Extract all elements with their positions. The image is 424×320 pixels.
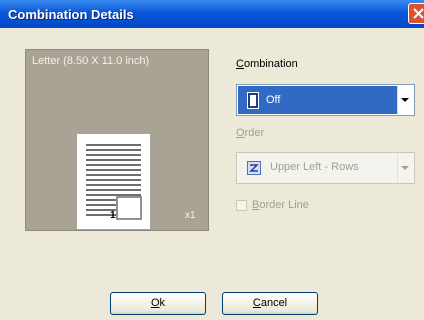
cancel-mnemonic: C bbox=[252, 297, 261, 309]
order-dropdown-button[interactable] bbox=[397, 154, 413, 182]
order-dropdown[interactable]: Upper Left - Rows bbox=[236, 152, 415, 184]
border-line-label: Border Line bbox=[252, 199, 309, 211]
close-button[interactable] bbox=[408, 3, 424, 24]
close-icon bbox=[413, 8, 424, 19]
combination-mnemonic: C bbox=[236, 58, 244, 70]
page-thumbnail: 1 bbox=[77, 134, 150, 229]
combination-value: Off bbox=[266, 94, 281, 106]
order-label: Order bbox=[236, 127, 264, 139]
z-order-icon bbox=[247, 161, 261, 175]
cancel-label: ancel bbox=[260, 297, 288, 309]
order-mnemonic: O bbox=[236, 127, 245, 139]
title-bar: Combination Details bbox=[0, 0, 424, 28]
combination-label: Combination bbox=[236, 58, 298, 70]
combination-selected: Off bbox=[238, 86, 398, 114]
window-title: Combination Details bbox=[8, 7, 134, 22]
page-preview: Letter (8.50 X 11.0 inch) 1 x1 bbox=[25, 49, 209, 231]
cancel-button[interactable]: Cancel bbox=[222, 292, 318, 315]
page-number: 1 bbox=[110, 210, 116, 221]
border-line-label-text: order Line bbox=[259, 199, 309, 211]
ok-label: k bbox=[159, 297, 166, 309]
paper-size-label: Letter (8.50 X 11.0 inch) bbox=[32, 55, 150, 67]
ok-button[interactable]: Ok bbox=[110, 292, 206, 315]
ok-mnemonic: O bbox=[150, 297, 160, 309]
order-value: Upper Left - Rows bbox=[270, 161, 359, 173]
page-icon bbox=[247, 92, 259, 109]
chevron-down-icon bbox=[401, 98, 409, 102]
combination-label-text: ombination bbox=[243, 58, 298, 70]
combination-dropdown[interactable]: Off bbox=[236, 84, 415, 116]
combination-dropdown-button[interactable] bbox=[397, 86, 413, 114]
chevron-down-icon bbox=[401, 166, 409, 170]
order-label-text: rder bbox=[244, 127, 265, 139]
copies-count: x1 bbox=[185, 210, 196, 221]
border-line-checkbox[interactable] bbox=[236, 200, 247, 211]
